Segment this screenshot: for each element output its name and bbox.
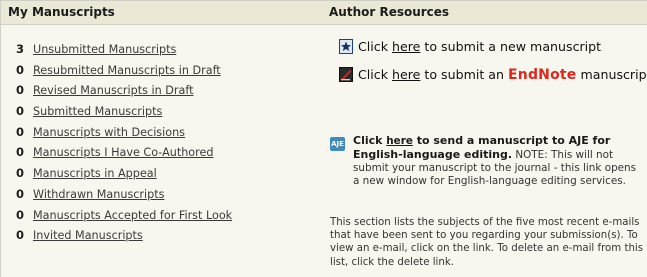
manuscript-list-item: 3 Unsubmitted Manuscripts: [16, 41, 322, 62]
manuscript-link[interactable]: Invited Manuscripts: [33, 229, 143, 242]
submit-new-row: Click here to submit a new manuscript: [339, 39, 601, 57]
manuscript-link[interactable]: Manuscripts I Have Co-Authored: [33, 146, 214, 159]
submit-endnote-prefix: Click: [358, 67, 393, 82]
star-document-icon: [339, 39, 353, 57]
manuscript-link[interactable]: Withdrawn Manuscripts: [33, 188, 164, 201]
manuscript-count: 0: [16, 62, 25, 77]
manuscript-list-item: 0 Manuscripts I Have Co-Authored: [16, 144, 322, 165]
manuscript-count: 0: [16, 186, 25, 201]
endnote-icon: [339, 67, 353, 85]
manuscript-link[interactable]: Submitted Manuscripts: [33, 105, 162, 118]
author-resources-header: Author Resources: [322, 0, 647, 25]
manuscript-link[interactable]: Manuscripts in Appeal: [33, 167, 157, 180]
manuscript-count: 3: [16, 42, 25, 56]
recent-emails-description: This section lists the subjects of the f…: [330, 217, 644, 268]
manuscript-count: 0: [16, 124, 25, 139]
manuscript-list-item: 0 Invited Manuscripts: [16, 227, 322, 248]
manuscript-count: 0: [16, 104, 25, 119]
aje-prefix: Click: [353, 134, 387, 147]
submit-endnote-row: Click here to submit an EndNote manuscri…: [339, 67, 647, 85]
submit-new-suffix: to submit a new manuscript: [420, 39, 602, 54]
aje-link[interactable]: here: [386, 135, 413, 147]
manuscript-count: 0: [16, 228, 25, 243]
manuscript-list-item: 0 Manuscripts in Appeal: [16, 165, 322, 186]
submit-new-prefix: Click: [358, 39, 393, 54]
aje-icon[interactable]: AJE: [330, 137, 345, 151]
manuscript-count: 0: [16, 166, 25, 181]
manuscript-link[interactable]: Resubmitted Manuscripts in Draft: [33, 64, 221, 77]
manuscript-link[interactable]: Revised Manuscripts in Draft: [33, 84, 193, 97]
submit-endnote-link[interactable]: here: [392, 67, 420, 82]
manuscript-list-item: 0 Manuscripts with Decisions: [16, 124, 322, 145]
dashboard: My Manuscripts 3 Unsubmitted Manuscripts 0…: [0, 0, 647, 277]
author-resources-panel: Author Resources Click here to submit a …: [322, 0, 647, 277]
manuscript-list: 3 Unsubmitted Manuscripts 0 Resubmitted Man…: [1, 25, 322, 248]
manuscript-list-item: 0 Submitted Manuscripts: [16, 103, 322, 124]
manuscript-list-item: 0 Withdrawn Manuscripts: [16, 186, 322, 207]
submit-endnote-suffix: manuscript: [576, 67, 647, 82]
manuscript-link[interactable]: Manuscripts with Decisions: [33, 126, 185, 139]
manuscript-list-item: 0 Manuscripts Accepted for First Look: [16, 207, 322, 228]
endnote-brand: EndNote: [508, 67, 577, 83]
manuscript-link[interactable]: Unsubmitted Manuscripts: [33, 43, 176, 56]
manuscript-link[interactable]: Manuscripts Accepted for First Look: [33, 209, 232, 222]
manuscript-count: 0: [16, 83, 25, 98]
manuscript-list-item: 0 Resubmitted Manuscripts in Draft: [16, 62, 322, 83]
my-manuscripts-panel: My Manuscripts 3 Unsubmitted Manuscripts 0…: [0, 0, 323, 277]
aje-text: Click here to send a manuscript to AJE f…: [353, 134, 643, 188]
manuscript-list-item: 0 Revised Manuscripts in Draft: [16, 82, 322, 103]
submit-endnote-mid: to submit an: [420, 67, 509, 82]
submit-new-link[interactable]: here: [392, 39, 420, 54]
my-manuscripts-header: My Manuscripts: [1, 0, 322, 25]
aje-editing-block: AJE Click here to send a manuscript to A…: [330, 134, 643, 188]
manuscript-count: 0: [16, 145, 25, 160]
manuscript-count: 0: [16, 207, 25, 222]
